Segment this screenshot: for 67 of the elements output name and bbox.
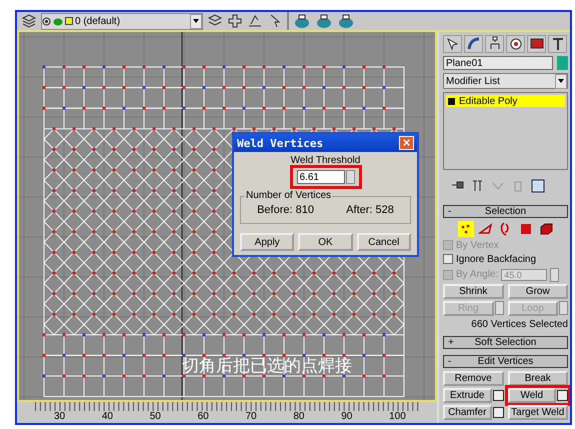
square-icon [65, 17, 73, 25]
element-icon [538, 220, 554, 237]
close-button[interactable]: × [399, 136, 414, 150]
threshold-label: Weld Threshold [290, 155, 360, 166]
checkbox-label: By Angle: [456, 269, 498, 280]
panel-button[interactable]: Remove [443, 371, 504, 386]
panel-tab[interactable] [443, 35, 462, 53]
dialog-button[interactable]: Apply [240, 233, 294, 251]
panel-button[interactable]: Grow [508, 284, 568, 299]
settings-icon[interactable] [492, 390, 504, 401]
settings-icon[interactable] [557, 390, 568, 401]
checkbox[interactable] [443, 254, 453, 264]
spinner-arrows[interactable] [346, 170, 354, 184]
settings-icon[interactable] [492, 407, 504, 418]
timeline-ruler[interactable] [35, 402, 419, 411]
panel-button[interactable]: Weld [508, 388, 556, 403]
panel-button[interactable]: Shrink [443, 284, 504, 299]
caret-icon [558, 79, 564, 83]
dialog-title: Weld Vertices [237, 136, 324, 150]
tab-icon [466, 36, 482, 52]
after-count: After: 528 [346, 204, 394, 216]
threshold-field[interactable]: 6.61 [296, 170, 344, 184]
edge-mode-button[interactable] [478, 220, 494, 237]
panel-tab[interactable] [527, 35, 546, 53]
frame-number: 30 [54, 411, 66, 422]
color-swatch[interactable] [557, 56, 568, 70]
frame-number: 80 [293, 411, 306, 422]
vertex-mode-button[interactable] [458, 220, 474, 237]
panel-tab[interactable] [506, 35, 525, 53]
panel-button[interactable]: Break [508, 371, 568, 386]
frame-number: 100 [389, 411, 407, 422]
frame-number: 60 [198, 411, 210, 422]
toolbar-icon[interactable] [247, 13, 263, 29]
frame-number: 90 [341, 411, 354, 422]
checkbox-label: By Vertex [456, 240, 499, 251]
rollout-header[interactable]: - Selection [443, 204, 568, 218]
toolbar-icon[interactable] [227, 13, 243, 29]
caret-icon [193, 19, 199, 23]
layer-dropdown[interactable]: 0 (default) [41, 12, 203, 30]
layers-icon[interactable] [21, 13, 37, 29]
object-name-field[interactable]: Plane01 [443, 56, 553, 70]
before-count: Before: 810 [257, 204, 314, 216]
stack-item[interactable]: Editable Poly [446, 95, 565, 107]
modifier-dropdown[interactable]: Modifier List [443, 73, 568, 89]
tab-icon [444, 36, 460, 52]
eye-icon [42, 16, 51, 26]
frame-number: 70 [246, 411, 258, 422]
frame-number: 50 [150, 411, 162, 422]
dialog-button[interactable]: Cancel [356, 233, 411, 251]
group-label: Number of Vertices [245, 190, 332, 201]
selection-status: 660 Vertices Selected [470, 319, 568, 330]
element-mode-button[interactable] [538, 220, 554, 237]
panel-tab[interactable] [548, 35, 567, 53]
rollout-header[interactable]: - Edit Vertices [443, 355, 568, 368]
stack-tool-icon[interactable] [471, 178, 485, 193]
panel-button[interactable]: Extrude [443, 388, 492, 403]
spinner-arrows[interactable] [550, 268, 560, 282]
tab-icon [508, 36, 524, 52]
panel-button[interactable]: Target Weld [508, 405, 568, 420]
panel-button[interactable]: Chamfer [443, 405, 492, 420]
edge-icon [478, 220, 494, 237]
frame-number: 40 [102, 411, 114, 422]
dialog-button[interactable]: OK [298, 233, 353, 251]
checkbox-label: Ignore Backfacing [456, 254, 536, 265]
stack-tool-icon[interactable] [531, 178, 545, 193]
rollout-header[interactable]: + Soft Selection [443, 336, 568, 349]
panel-tab[interactable] [485, 35, 504, 53]
